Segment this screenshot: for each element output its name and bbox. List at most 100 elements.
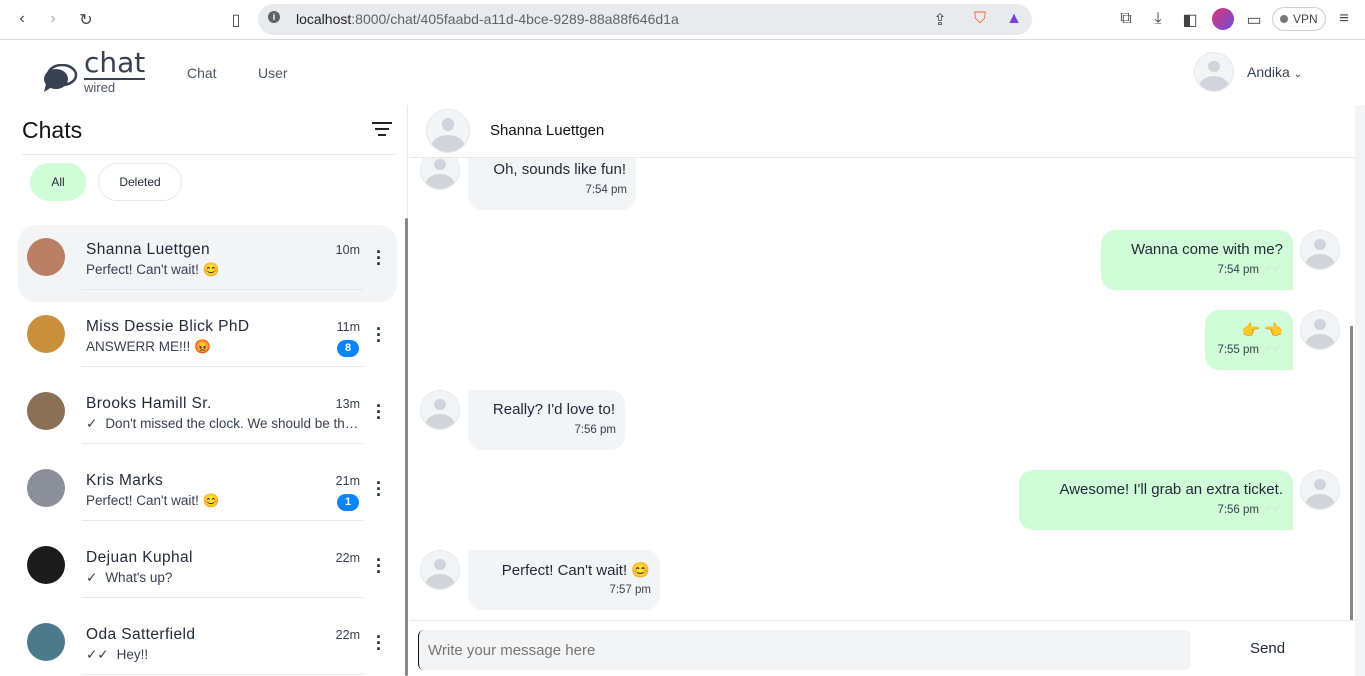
chat-name: Kris Marks bbox=[86, 472, 164, 489]
chat-last-message: ✓✓ Hey!! bbox=[86, 647, 149, 662]
message-input[interactable] bbox=[418, 630, 1191, 670]
message-bubble[interactable]: Awesome! I'll grab an extra ticket. 7:56… bbox=[1019, 470, 1293, 530]
chat-name: Oda Satterfield bbox=[86, 626, 196, 643]
wallet-icon[interactable]: ▭ bbox=[1244, 10, 1264, 30]
bookmark-icon[interactable]: ▯ bbox=[226, 10, 246, 30]
chat-list-item[interactable]: Oda Satterfield 22m ✓✓ Hey!! · · · bbox=[18, 610, 397, 676]
contact-avatar[interactable] bbox=[426, 109, 470, 153]
brave-shield-icon[interactable]: ⛉ bbox=[970, 10, 990, 28]
chat-last-message: ✓ Don't missed the clock. We should be th… bbox=[86, 416, 361, 431]
extensions-icon[interactable]: ⧉ bbox=[1116, 10, 1136, 28]
chat-name: Dejuan Kuphal bbox=[86, 549, 193, 566]
chat-list-item[interactable]: Dejuan Kuphal 22m ✓ What's up? · · · bbox=[18, 533, 397, 610]
chat-time: 21m bbox=[335, 474, 360, 488]
message-avatar bbox=[1300, 470, 1340, 510]
filter-deleted[interactable]: Deleted bbox=[98, 163, 182, 201]
divider bbox=[82, 674, 363, 675]
chat-last-message: ✓ What's up? bbox=[86, 570, 173, 585]
chat-time: 13m bbox=[335, 397, 360, 411]
chat-list-item[interactable]: Shanna Luettgen 10m Perfect! Can't wait!… bbox=[18, 225, 397, 302]
message-bubble[interactable]: Really? I'd love to! 7:56 pm bbox=[468, 390, 625, 450]
send-button[interactable]: Send bbox=[1250, 640, 1285, 657]
message-in: Oh, sounds like fun! 7:54 pm bbox=[410, 158, 1355, 210]
message-text: Wanna come with me? bbox=[1130, 241, 1283, 258]
chat-avatar bbox=[27, 469, 65, 507]
composer: Send bbox=[410, 620, 1355, 676]
user-avatar[interactable] bbox=[1194, 52, 1234, 92]
nav-chat[interactable]: Chat bbox=[187, 65, 217, 81]
message-bubble[interactable]: Wanna come with me? 7:54 pm ✓✓ bbox=[1101, 230, 1293, 290]
chat-avatar bbox=[27, 392, 65, 430]
message-time: 7:55 pm bbox=[1217, 344, 1259, 356]
message-text: 👉 👈 bbox=[1241, 322, 1283, 339]
more-options-icon[interactable]: · · · bbox=[375, 628, 383, 658]
read-check-icon: ✓✓ bbox=[1264, 344, 1281, 355]
check-icon: ✓ bbox=[86, 570, 98, 585]
message-bubble[interactable]: Oh, sounds like fun! 7:54 pm bbox=[468, 158, 636, 210]
message-in: Perfect! Can't wait! 😊 7:57 pm bbox=[410, 550, 1355, 610]
filter-icon[interactable] bbox=[372, 122, 392, 136]
message-avatar bbox=[420, 390, 460, 430]
user-menu[interactable]: Andika ⌄ bbox=[1247, 64, 1302, 80]
message-time: 7:54 pm bbox=[1217, 264, 1259, 276]
chat-last-message: Perfect! Can't wait! 😊 bbox=[86, 493, 220, 508]
chat-last-message: ANSWERR ME!!! 😡 bbox=[86, 339, 211, 354]
chat-list-item[interactable]: Miss Dessie Blick PhD 11m ANSWERR ME!!! … bbox=[18, 302, 397, 379]
more-options-icon[interactable]: · · · bbox=[375, 320, 383, 350]
vpn-button[interactable]: VPN bbox=[1272, 7, 1326, 31]
divider bbox=[82, 520, 363, 521]
menu-icon[interactable]: ≡ bbox=[1334, 10, 1354, 28]
chevron-down-icon: ⌄ bbox=[1293, 69, 1303, 80]
message-avatar bbox=[420, 158, 460, 190]
message-avatar bbox=[1300, 230, 1340, 270]
chat-avatar bbox=[27, 623, 65, 661]
more-options-icon[interactable]: · · · bbox=[375, 397, 383, 427]
message-time: 7:56 pm bbox=[1217, 504, 1259, 516]
share-icon[interactable]: ⇪ bbox=[930, 10, 950, 30]
chat-header: Shanna Luettgen bbox=[410, 105, 1355, 158]
sidebar-icon[interactable]: ◧ bbox=[1180, 10, 1200, 30]
reload-icon[interactable]: ↻ bbox=[76, 10, 96, 30]
message-text: Really? I'd love to! bbox=[492, 401, 615, 418]
chat-list-item[interactable]: Kris Marks 21m Perfect! Can't wait! 😊 1 … bbox=[18, 456, 397, 533]
more-options-icon[interactable]: · · · bbox=[375, 551, 383, 581]
message-text: Oh, sounds like fun! bbox=[493, 161, 626, 178]
message-out: Awesome! I'll grab an extra ticket. 7:56… bbox=[410, 470, 1355, 530]
read-check-icon: ✓✓ bbox=[1264, 264, 1281, 275]
message-time: 7:56 pm bbox=[574, 424, 616, 436]
rewards-icon[interactable]: ▲ bbox=[1004, 10, 1024, 28]
message-list: Oh, sounds like fun! 7:54 pm Wanna come … bbox=[410, 158, 1355, 620]
chat-avatar bbox=[27, 315, 65, 353]
profile-icon[interactable] bbox=[1212, 8, 1234, 30]
check-icon: ✓✓ bbox=[86, 647, 109, 662]
message-time: 7:57 pm bbox=[609, 584, 651, 596]
site-info-icon[interactable]: i bbox=[268, 11, 280, 23]
messages-scrollbar[interactable] bbox=[1350, 326, 1353, 620]
filter-all[interactable]: All bbox=[30, 163, 86, 201]
address-bar[interactable]: localhost:8000/chat/405faabd-a11d-4bce-9… bbox=[258, 4, 1032, 35]
message-bubble[interactable]: 👉 👈 7:55 pm ✓✓ bbox=[1205, 310, 1293, 370]
chat-list-item[interactable]: Brooks Hamill Sr. 13m ✓ Don't missed the … bbox=[18, 379, 397, 456]
chat-time: 22m bbox=[335, 551, 360, 565]
forward-icon[interactable]: › bbox=[43, 10, 63, 28]
download-icon[interactable]: ⤓ bbox=[1148, 10, 1168, 28]
message-out: Wanna come with me? 7:54 pm ✓✓ bbox=[410, 230, 1355, 290]
divider bbox=[82, 597, 363, 598]
divider bbox=[82, 289, 363, 290]
more-options-icon[interactable]: · · · bbox=[375, 474, 383, 504]
chat-list-scrollbar[interactable] bbox=[405, 218, 408, 676]
message-bubble[interactable]: Perfect! Can't wait! 😊 7:57 pm bbox=[468, 550, 660, 610]
app-header: chat wired Chat User Andika ⌄ bbox=[0, 40, 1365, 104]
message-text: Perfect! Can't wait! 😊 bbox=[501, 562, 650, 579]
chat-bubbles-icon bbox=[44, 64, 78, 92]
more-options-icon[interactable]: · · · bbox=[375, 243, 383, 273]
message-avatar bbox=[1300, 310, 1340, 350]
contact-name: Shanna Luettgen bbox=[490, 122, 605, 139]
divider bbox=[22, 154, 395, 155]
message-out: 👉 👈 7:55 pm ✓✓ bbox=[410, 310, 1355, 370]
divider bbox=[82, 366, 363, 367]
chat-name: Brooks Hamill Sr. bbox=[86, 395, 212, 412]
back-icon[interactable]: ‹ bbox=[12, 10, 32, 28]
chat-list-panel: Chats All Deleted Shanna Luettgen 10m Pe… bbox=[10, 105, 408, 676]
nav-user[interactable]: User bbox=[258, 65, 288, 81]
